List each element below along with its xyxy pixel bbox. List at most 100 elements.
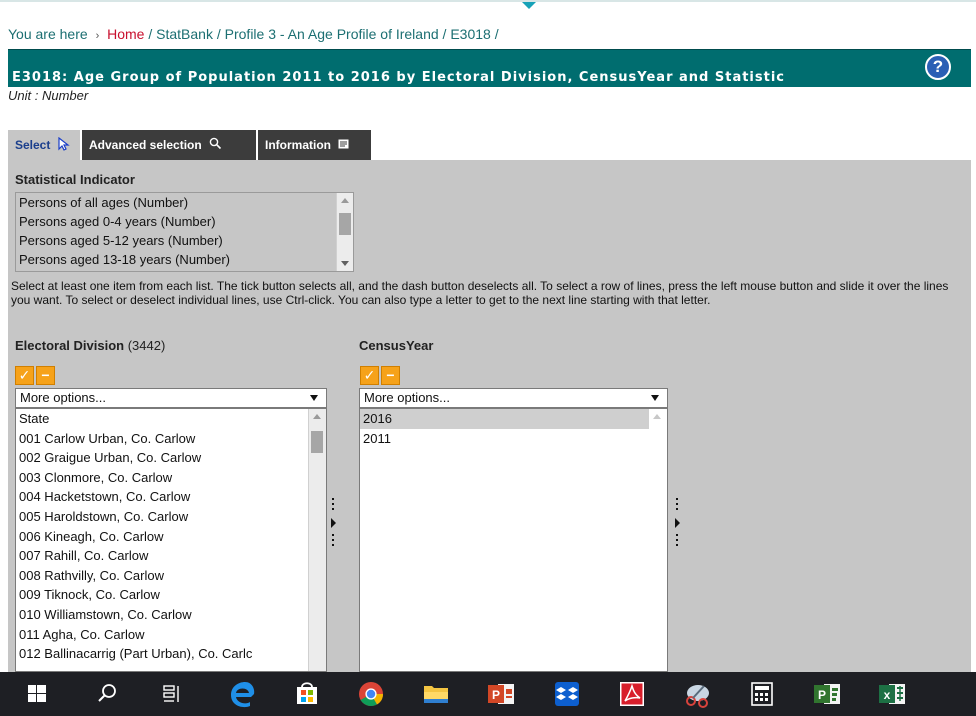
splitter-dot — [332, 534, 334, 536]
list-item[interactable]: 008 Rathvilly, Co. Carlow — [16, 566, 309, 586]
tab-select[interactable]: Select — [8, 130, 80, 160]
electoral-division-list[interactable]: State 001 Carlow Urban, Co. Carlow 002 G… — [15, 408, 327, 672]
help-icon[interactable]: ? — [925, 54, 951, 80]
top-rule — [0, 0, 976, 9]
census-year-label: CensusYear — [359, 338, 434, 353]
dropdown-notch-icon — [522, 2, 536, 9]
cursor-icon — [58, 136, 70, 151]
tab-advanced-selection-label: Advanced selection — [89, 138, 202, 152]
census-year-splitter-handle[interactable] — [675, 498, 681, 554]
tab-information[interactable]: Information — [258, 130, 371, 160]
expand-arrow-icon — [675, 518, 680, 528]
list-item[interactable]: 007 Rahill, Co. Carlow — [16, 546, 309, 566]
taskbar-search-button[interactable] — [84, 672, 130, 716]
project-button[interactable]: P — [804, 672, 850, 716]
calculator-button[interactable] — [739, 672, 785, 716]
scroll-thumb[interactable] — [339, 213, 351, 235]
snipping-tool-icon — [686, 685, 709, 708]
census-year-list[interactable]: 2016 2011 — [359, 408, 668, 672]
unit-label: Unit : Number — [8, 88, 89, 103]
splitter-dot — [676, 534, 678, 536]
search-icon — [98, 684, 116, 702]
scroll-down-icon[interactable] — [341, 261, 349, 266]
electoral-division-splitter-handle[interactable] — [331, 498, 337, 554]
electoral-division-count: (3442) — [127, 338, 166, 353]
store-button[interactable] — [284, 672, 330, 716]
windows-start-icon — [28, 685, 46, 702]
svg-text:x: x — [884, 688, 891, 702]
electoral-division-scrollbar[interactable] — [308, 409, 326, 671]
list-item[interactable]: Persons aged 5-12 years (Number) — [16, 231, 321, 250]
select-all-button[interactable]: ✓ — [15, 366, 34, 385]
electoral-division-title: Electoral Division — [15, 338, 125, 353]
dropdown-arrow-icon — [310, 395, 318, 401]
svg-text:P: P — [818, 688, 826, 702]
list-item[interactable]: 012 Ballinacarrig (Part Urban), Co. Carl… — [16, 644, 309, 664]
deselect-all-button[interactable]: − — [36, 366, 55, 385]
list-item[interactable]: Persons of all ages (Number) — [16, 193, 321, 212]
powerpoint-button[interactable]: P — [478, 672, 524, 716]
dropdown-value: More options... — [364, 390, 450, 405]
scroll-up-icon[interactable] — [653, 414, 661, 419]
list-item[interactable]: 006 Kineagh, Co. Carlow — [16, 527, 309, 547]
list-item[interactable]: 001 Carlow Urban, Co. Carlow — [16, 429, 309, 449]
list-item[interactable]: 011 Agha, Co. Carlow — [16, 625, 309, 645]
tab-advanced-selection[interactable]: Advanced selection — [82, 130, 256, 160]
powerpoint-icon: P — [488, 684, 514, 704]
electoral-division-select-buttons: ✓ − — [15, 366, 57, 385]
windows-start-button[interactable] — [14, 672, 60, 716]
splitter-dot — [332, 503, 334, 505]
list-item[interactable]: State — [16, 409, 309, 429]
task-view-button[interactable] — [149, 672, 195, 716]
task-view-icon — [163, 685, 179, 702]
breadcrumb-home-link[interactable]: Home — [107, 26, 144, 42]
chrome-button[interactable] — [348, 672, 394, 716]
file-explorer-button[interactable] — [413, 672, 459, 716]
indicator-scrollbar[interactable] — [336, 193, 353, 271]
scroll-up-icon[interactable] — [341, 198, 349, 203]
excel-button[interactable]: x — [869, 672, 915, 716]
electoral-division-options-dropdown[interactable]: More options... — [15, 388, 327, 408]
list-item[interactable]: 2016 — [360, 409, 650, 429]
excel-icon: x — [879, 684, 905, 704]
dropbox-button[interactable] — [544, 672, 590, 716]
acrobat-button[interactable] — [609, 672, 655, 716]
splitter-dot — [332, 539, 334, 541]
scroll-thumb[interactable] — [311, 431, 323, 453]
top-divider — [0, 0, 976, 2]
magnifier-icon — [209, 137, 222, 150]
statistical-indicator-rows: Persons of all ages (Number) Persons age… — [16, 193, 321, 269]
list-item[interactable]: 002 Graigue Urban, Co. Carlow — [16, 448, 309, 468]
census-year-rows: 2016 2011 — [360, 409, 650, 448]
list-item[interactable]: Persons aged 0-4 years (Number) — [16, 212, 321, 231]
selection-panel: Statistical Indicator Persons of all age… — [8, 160, 971, 672]
list-item[interactable]: 003 Clonmore, Co. Carlow — [16, 468, 309, 488]
splitter-dot — [676, 544, 678, 546]
breadcrumb-prefix: You are here — [8, 26, 88, 42]
edge-browser-button[interactable] — [219, 672, 265, 716]
census-year-options-dropdown[interactable]: More options... — [359, 388, 668, 408]
list-item[interactable]: 004 Hacketstown, Co. Carlow — [16, 487, 309, 507]
splitter-dot — [676, 508, 678, 510]
windows-taskbar: P P x — [0, 672, 976, 716]
deselect-all-button[interactable]: − — [381, 366, 400, 385]
tab-information-label: Information — [265, 138, 331, 152]
statbank-page: You are here › Home / StatBank / Profile… — [0, 0, 976, 716]
scroll-up-icon[interactable] — [313, 414, 321, 419]
list-item[interactable]: 2011 — [360, 429, 650, 449]
splitter-dot — [676, 498, 678, 500]
breadcrumb-path[interactable]: / StatBank / Profile 3 - An Age Profile … — [148, 26, 498, 42]
list-item[interactable]: 005 Haroldstown, Co. Carlow — [16, 507, 309, 527]
list-item[interactable]: 010 Williamstown, Co. Carlow — [16, 605, 309, 625]
expand-arrow-icon — [331, 518, 336, 528]
statistical-indicator-label: Statistical Indicator — [15, 172, 135, 187]
acrobat-icon — [620, 682, 644, 706]
snipping-tool-button[interactable] — [674, 672, 720, 716]
dropbox-icon — [555, 682, 579, 706]
list-item[interactable]: 009 Tiknock, Co. Carlow — [16, 585, 309, 605]
list-item[interactable]: Persons aged 13-18 years (Number) — [16, 250, 321, 269]
census-year-scrollbar[interactable] — [649, 409, 667, 671]
statistical-indicator-list[interactable]: Persons of all ages (Number) Persons age… — [15, 192, 354, 272]
splitter-dot — [332, 498, 334, 500]
select-all-button[interactable]: ✓ — [360, 366, 379, 385]
